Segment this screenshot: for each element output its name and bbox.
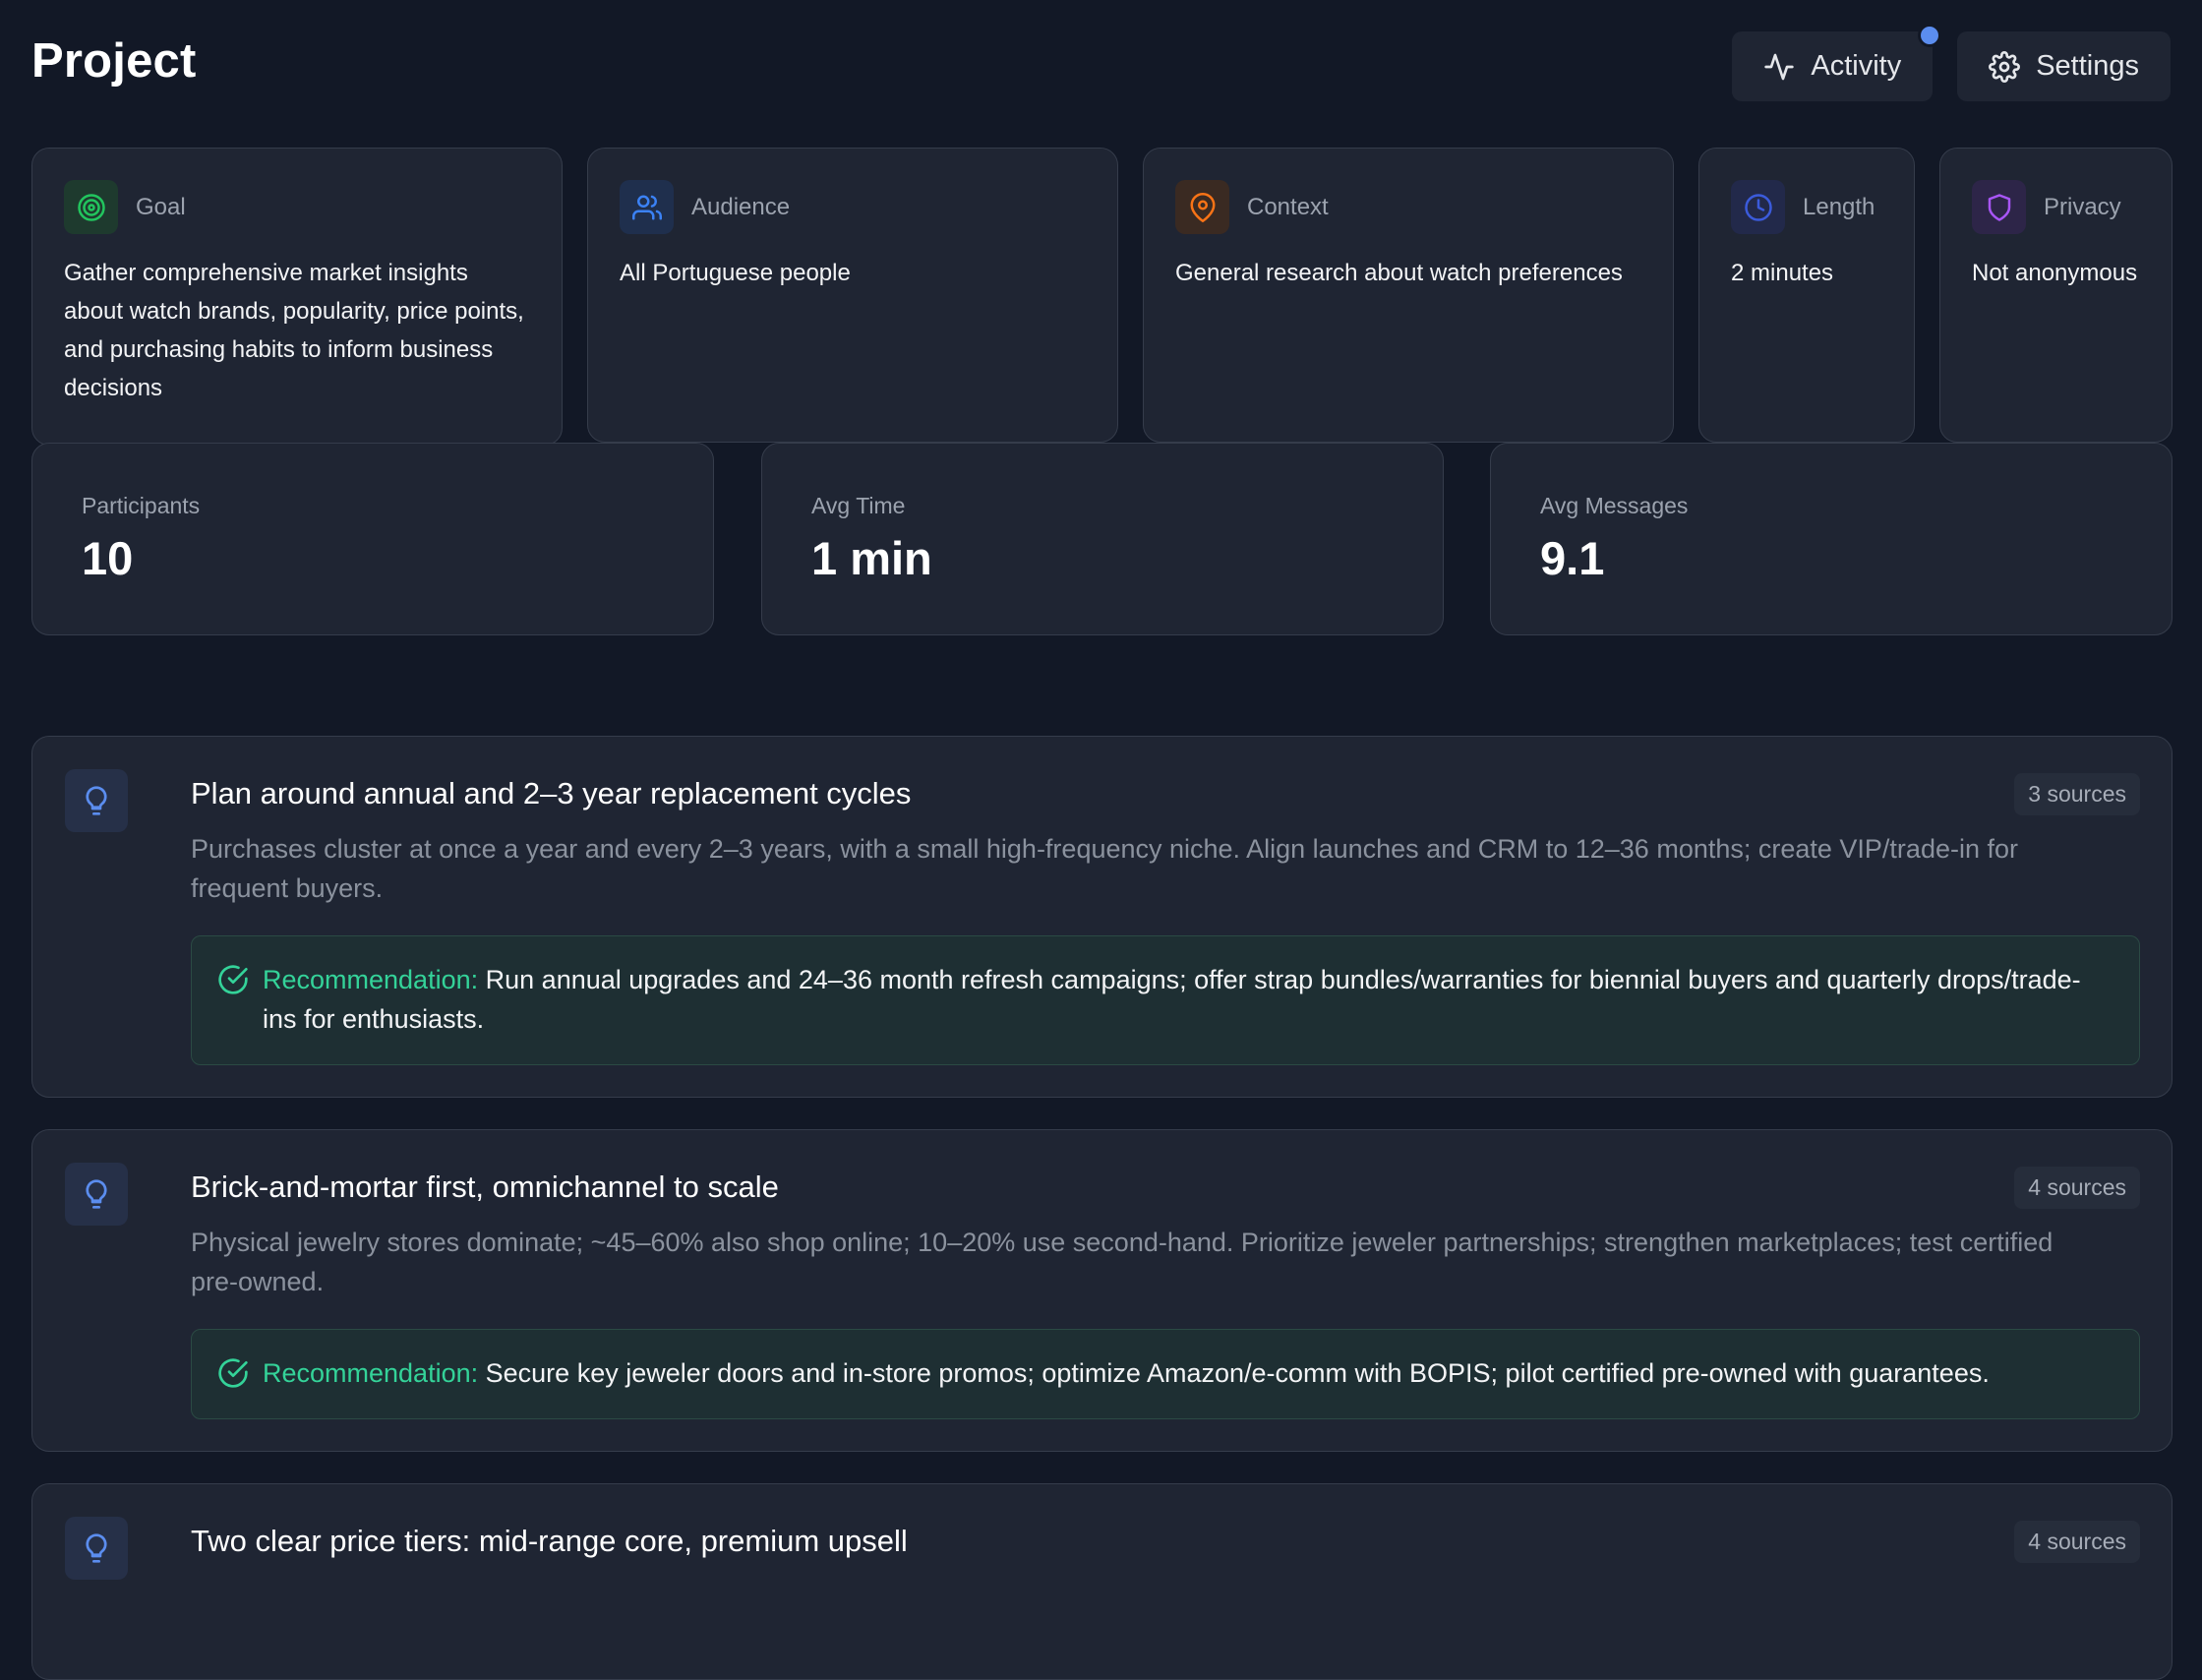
- stat-label: Avg Time: [811, 493, 906, 518]
- insight-title: Two clear price tiers: mid-range core, p…: [191, 1524, 908, 1558]
- audience-card: Audience All Portuguese people: [587, 148, 1118, 443]
- notification-dot: [1918, 24, 1942, 47]
- page-title: Project: [31, 34, 197, 88]
- stats-row: Participants 10 Avg Time 1 min Avg Messa…: [31, 443, 2172, 635]
- goal-value: Gather comprehensive market insights abo…: [64, 260, 524, 401]
- context-card: Context General research about watch pre…: [1143, 148, 1674, 443]
- recommendation-box: Recommendation: Secure key jeweler doors…: [191, 1329, 2140, 1419]
- insight-card: Two clear price tiers: mid-range core, p…: [31, 1483, 2172, 1680]
- sources-badge[interactable]: 4 sources: [2014, 1166, 2140, 1209]
- sources-badge[interactable]: 4 sources: [2014, 1520, 2140, 1563]
- insight-summary: Purchases cluster at once a year and eve…: [191, 834, 2018, 903]
- activity-button[interactable]: Activity: [1732, 24, 1942, 101]
- lightbulb-icon: [65, 1163, 128, 1226]
- privacy-value: Not anonymous: [1972, 260, 2138, 286]
- insight-title: Brick-and-mortar first, omnichannel to s…: [191, 1170, 779, 1204]
- map-pin-icon: [1175, 180, 1229, 234]
- recommendation-text: Run annual upgrades and 24–36 month refr…: [263, 965, 2081, 1034]
- settings-button[interactable]: Settings: [1957, 31, 2171, 101]
- users-icon: [620, 180, 674, 234]
- insight-summary: Physical jewelry stores dominate; ~45–60…: [191, 1228, 2053, 1296]
- stat-value: 10: [82, 532, 134, 584]
- context-label: Context: [1247, 193, 1329, 220]
- length-value: 2 minutes: [1731, 260, 1834, 286]
- stat-avg-time: Avg Time 1 min: [761, 443, 1444, 635]
- context-value: General research about watch preferences: [1175, 260, 1623, 286]
- privacy-label: Privacy: [2044, 193, 2121, 220]
- activity-icon: [1764, 53, 1795, 80]
- stat-label: Avg Messages: [1540, 493, 1689, 518]
- recommendation-text: Secure key jeweler doors and in-store pr…: [485, 1358, 1990, 1388]
- shield-icon: [1972, 180, 2026, 234]
- recommendation-label: Recommendation:: [263, 965, 479, 994]
- goal-card: Goal Gather comprehensive market insight…: [31, 148, 563, 446]
- stat-avg-messages: Avg Messages 9.1: [1490, 443, 2172, 635]
- target-icon: [64, 180, 118, 234]
- audience-label: Audience: [691, 193, 791, 220]
- page-header: Project Activity Settings: [31, 0, 2171, 148]
- header-actions: Activity Settings: [1732, 24, 2171, 101]
- privacy-card: Privacy Not anonymous: [1939, 148, 2172, 443]
- goal-label: Goal: [136, 193, 186, 220]
- clock-icon: [1731, 180, 1785, 234]
- stat-participants: Participants 10: [31, 443, 714, 635]
- stat-label: Participants: [82, 493, 201, 518]
- sources-badge[interactable]: 3 sources: [2014, 772, 2140, 815]
- recommendation-box: Recommendation: Run annual upgrades and …: [191, 935, 2140, 1065]
- insight-title: Plan around annual and 2–3 year replacem…: [191, 776, 912, 810]
- check-circle-icon: [218, 965, 248, 994]
- project-info-row: Goal Gather comprehensive market insight…: [31, 148, 2172, 448]
- insight-card: Plan around annual and 2–3 year replacem…: [31, 736, 2172, 1098]
- settings-label: Settings: [2036, 50, 2139, 82]
- length-label: Length: [1803, 193, 1875, 220]
- recommendation-label: Recommendation:: [263, 1358, 479, 1388]
- insight-card: Brick-and-mortar first, omnichannel to s…: [31, 1129, 2172, 1452]
- lightbulb-icon: [65, 1517, 128, 1580]
- stat-value: 1 min: [811, 532, 932, 584]
- length-card: Length 2 minutes: [1698, 148, 1915, 443]
- audience-value: All Portuguese people: [620, 260, 851, 286]
- stat-value: 9.1: [1540, 532, 1605, 584]
- lightbulb-icon: [65, 769, 128, 832]
- check-circle-icon: [218, 1358, 248, 1388]
- activity-label: Activity: [1811, 50, 1902, 82]
- gear-icon: [1989, 50, 2021, 83]
